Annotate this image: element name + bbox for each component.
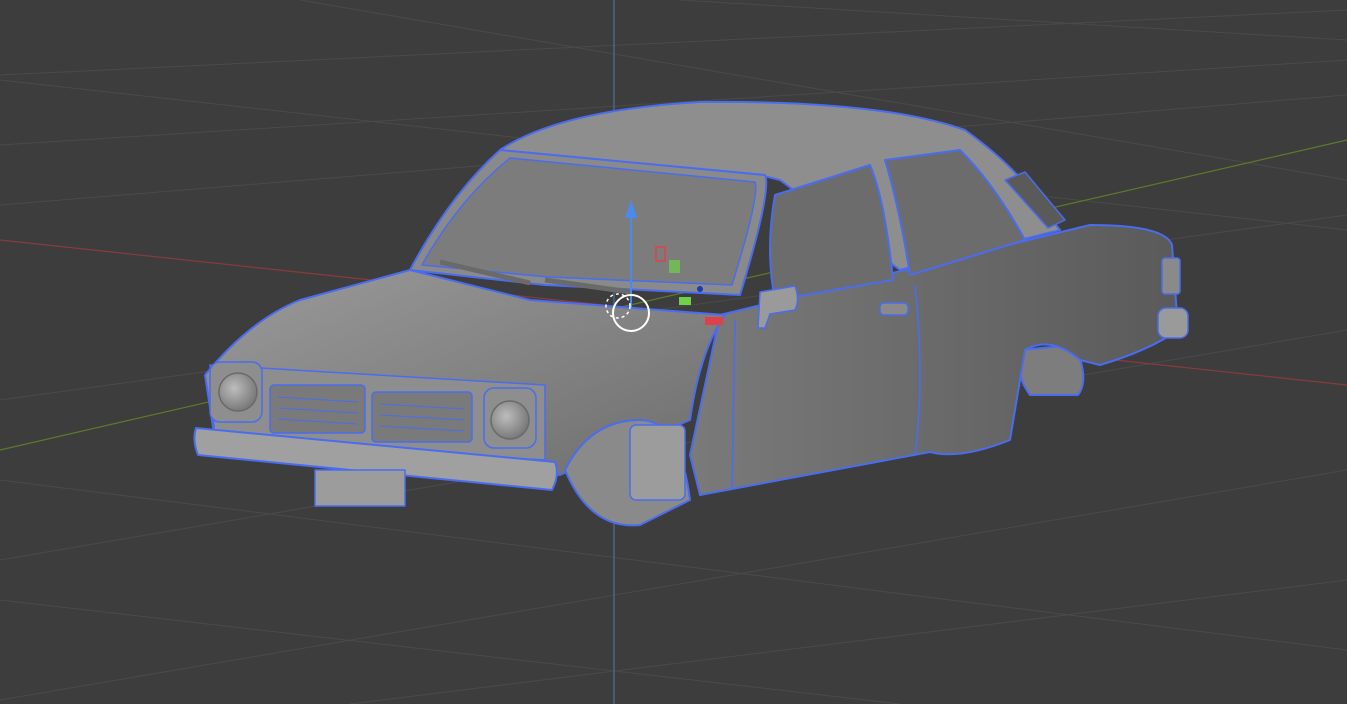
gizmo-x-handle[interactable] [705, 317, 723, 325]
right-headlamp [490, 400, 530, 440]
car-model[interactable] [193, 100, 1189, 527]
gizmo-y-handle[interactable] [679, 297, 691, 305]
viewport-canvas[interactable] [0, 0, 1347, 704]
tail-light [1161, 257, 1181, 295]
door-handle [879, 302, 909, 316]
left-headlamp [218, 372, 258, 412]
license-plate [314, 469, 406, 507]
front-wheel-hub [629, 424, 686, 501]
rear-bumper-end [1157, 307, 1189, 339]
gizmo-dot [697, 286, 703, 292]
3d-viewport[interactable] [0, 0, 1347, 704]
gizmo-yz-plane[interactable] [669, 260, 680, 273]
